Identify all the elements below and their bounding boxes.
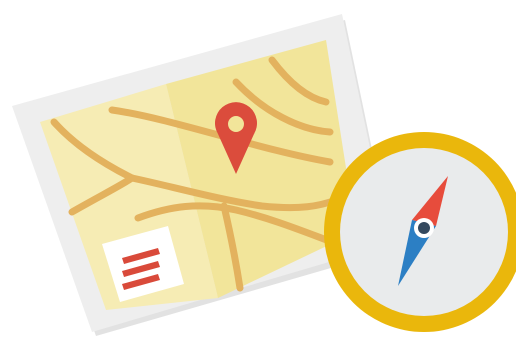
map-compass-illustration	[0, 0, 516, 356]
map-icon	[12, 14, 393, 336]
location-pin-hole	[228, 116, 244, 132]
map-compass-svg	[12, 14, 516, 336]
compass-icon	[324, 132, 516, 332]
compass-pivot-inner	[418, 222, 430, 234]
